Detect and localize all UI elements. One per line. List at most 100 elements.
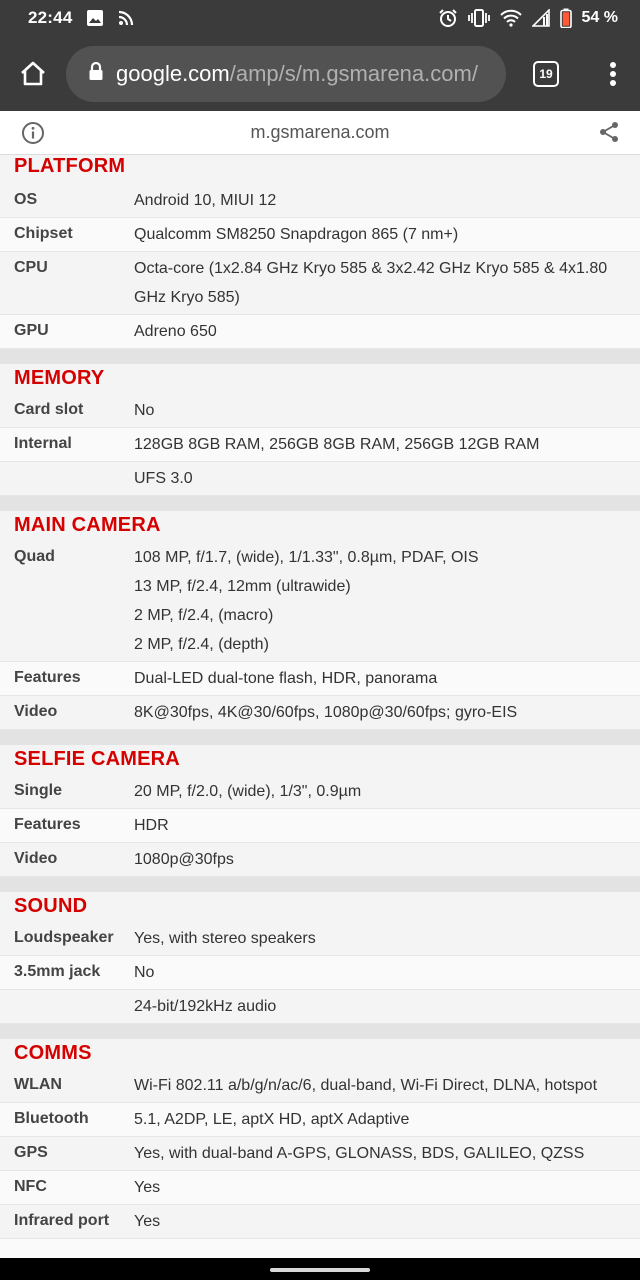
battery-percentage: 54 % (581, 9, 618, 26)
url-text[interactable]: google.com/amp/s/m.gsmarena.com/ (116, 61, 478, 87)
signal-icon (531, 9, 550, 27)
spec-row: Internal 128GB 8GB RAM, 256GB 8GB RAM, 25… (0, 428, 640, 462)
spec-section: PLATFORM OS Android 10, MIUI 12 Chipset Qual… (0, 155, 640, 364)
spec-label[interactable]: Features (0, 662, 134, 695)
spec-value-line: 8K@30fps, 4K@30/60fps, 1080p@30/60fps; g… (134, 704, 518, 721)
spec-label[interactable]: Internal (0, 428, 134, 461)
spec-value: 1080p@30fps (134, 839, 640, 880)
alarm-icon (438, 8, 458, 28)
spec-label[interactable] (0, 990, 134, 1023)
spec-row: GPU Adreno 650 (0, 315, 640, 349)
spec-value-line: 2 MP, f/2.4, (macro) (134, 607, 274, 624)
spec-label[interactable]: Video (0, 843, 134, 876)
spec-label[interactable]: Chipset (0, 218, 134, 251)
tab-switcher-button[interactable]: 19 (506, 36, 586, 111)
spec-row: Card slot No (0, 394, 640, 428)
spec-row: Video 8K@30fps, 4K@30/60fps, 1080p@30/60f… (0, 696, 640, 730)
spec-row: Features Dual-LED dual-tone flash, HDR, p… (0, 662, 640, 696)
spec-value-line: Yes (134, 1213, 161, 1230)
spec-row: 3.5mm jack No (0, 956, 640, 990)
spec-value-line: 5.1, A2DP, LE, aptX HD, aptX Adaptive (134, 1111, 410, 1128)
spec-row: CPU Octa-core (1x2.84 GHz Kryo 585 & 3x2.… (0, 252, 640, 315)
overflow-menu-button[interactable] (586, 36, 640, 111)
spec-row: 24-bit/192kHz audio (0, 990, 640, 1024)
battery-icon (559, 8, 572, 28)
browser-toolbar: google.com/amp/s/m.gsmarena.com/ 19 (0, 36, 640, 111)
spec-label[interactable] (0, 462, 134, 495)
spec-value-line: 108 MP, f/1.7, (wide), 1/1.33", 0.8µm, P… (134, 549, 479, 566)
spec-value-line: 2 MP, f/2.4, (depth) (134, 636, 269, 653)
spec-value: 24-bit/192kHz audio (134, 986, 640, 1027)
spec-label[interactable]: Quad (0, 541, 134, 661)
spec-label[interactable]: Loudspeaker (0, 922, 134, 955)
home-gesture-handle[interactable] (270, 1268, 370, 1272)
vibrate-icon (467, 8, 490, 28)
spec-value: Adreno 650 (134, 311, 640, 352)
spec-row: Bluetooth 5.1, A2DP, LE, aptX HD, aptX Ad… (0, 1103, 640, 1137)
spec-value: 8K@30fps, 4K@30/60fps, 1080p@30/60fps; g… (134, 692, 640, 733)
cast-icon (118, 10, 134, 26)
status-time: 22:44 (28, 8, 73, 27)
spec-row: Quad 108 MP, f/1.7, (wide), 1/1.33", 0.8µ… (0, 541, 640, 662)
spec-row: Chipset Qualcomm SM8250 Snapdragon 865 (7… (0, 218, 640, 252)
spec-row: OS Android 10, MIUI 12 (0, 184, 640, 218)
wifi-icon (499, 9, 522, 27)
spec-label[interactable]: Card slot (0, 394, 134, 427)
spec-value-line: 13 MP, f/2.4, 12mm (ultrawide) (134, 578, 351, 595)
tab-count: 19 (533, 60, 559, 87)
address-bar[interactable]: google.com/amp/s/m.gsmarena.com/ (66, 45, 506, 102)
spec-label[interactable]: GPS (0, 1137, 134, 1170)
spec-label[interactable]: WLAN (0, 1069, 134, 1102)
spec-label[interactable]: OS (0, 184, 134, 217)
spec-value-line: Android 10, MIUI 12 (134, 192, 277, 209)
spec-value-line: Dual-LED dual-tone flash, HDR, panorama (134, 670, 438, 687)
home-button[interactable] (0, 36, 66, 111)
status-bar: 22:44 54 % (0, 0, 640, 36)
info-icon[interactable] (21, 121, 45, 150)
spec-label[interactable]: Features (0, 809, 134, 842)
spec-section: COMMS WLAN Wi-Fi 802.11 a/b/g/n/ac/6, dual… (0, 1039, 640, 1239)
spec-value-line: Octa-core (1x2.84 GHz Kryo 585 & 3x2.42 … (134, 260, 608, 306)
spec-value-line: 1080p@30fps (134, 851, 234, 868)
share-icon[interactable] (598, 121, 620, 148)
url-host: google.com (116, 60, 230, 86)
spec-row: Features HDR (0, 809, 640, 843)
spec-value: Yes (134, 1201, 640, 1242)
spec-row: WLAN Wi-Fi 802.11 a/b/g/n/ac/6, dual-band… (0, 1069, 640, 1103)
spec-section: SELFIE CAMERA Single 20 MP, f/2.0, (wide),… (0, 745, 640, 892)
spec-value-line: UFS 3.0 (134, 470, 193, 487)
spec-label[interactable]: 3.5mm jack (0, 956, 134, 989)
navigation-bar (0, 1258, 640, 1280)
amp-domain[interactable]: m.gsmarena.com (250, 122, 389, 143)
spec-section: MAIN CAMERA Quad 108 MP, f/1.7, (wide), 1/… (0, 511, 640, 745)
spec-row: GPS Yes, with dual-band A-GPS, GLONASS, B… (0, 1137, 640, 1171)
spec-label[interactable]: NFC (0, 1171, 134, 1204)
spec-row: Video 1080p@30fps (0, 843, 640, 877)
spec-label[interactable]: Video (0, 696, 134, 729)
spec-sheet: PLATFORM OS Android 10, MIUI 12 Chipset Qual… (0, 155, 640, 1258)
spec-section: SOUND Loudspeaker Yes, with stereo speaker… (0, 892, 640, 1039)
spec-label[interactable]: Infrared port (0, 1205, 134, 1238)
spec-value-line: Yes, with stereo speakers (134, 930, 316, 947)
spec-value-line: 20 MP, f/2.0, (wide), 1/3", 0.9µm (134, 783, 362, 800)
spec-value: UFS 3.0 (134, 458, 640, 499)
spec-section: MEMORY Card slot No Internal 128GB 8GB RAM, … (0, 364, 640, 511)
spec-value-line: No (134, 402, 155, 419)
spec-value-line: No (134, 964, 155, 981)
spec-label[interactable]: GPU (0, 315, 134, 348)
spec-row: NFC Yes (0, 1171, 640, 1205)
spec-value-line: 24-bit/192kHz audio (134, 998, 277, 1015)
spec-value-line: Yes, with dual-band A-GPS, GLONASS, BDS,… (134, 1145, 585, 1162)
spec-value-line: 128GB 8GB RAM, 256GB 8GB RAM, 256GB 12GB… (134, 436, 540, 453)
lock-icon (88, 61, 104, 86)
spec-label[interactable]: Single (0, 775, 134, 808)
more-vert-icon (610, 61, 616, 86)
home-icon (21, 61, 45, 85)
spec-value-line: Yes (134, 1179, 161, 1196)
spec-value-line: Adreno 650 (134, 323, 217, 340)
spec-row: UFS 3.0 (0, 462, 640, 496)
spec-label[interactable]: CPU (0, 252, 134, 314)
image-icon (86, 9, 104, 27)
spec-label[interactable]: Bluetooth (0, 1103, 134, 1136)
spec-row: Loudspeaker Yes, with stereo speakers (0, 922, 640, 956)
